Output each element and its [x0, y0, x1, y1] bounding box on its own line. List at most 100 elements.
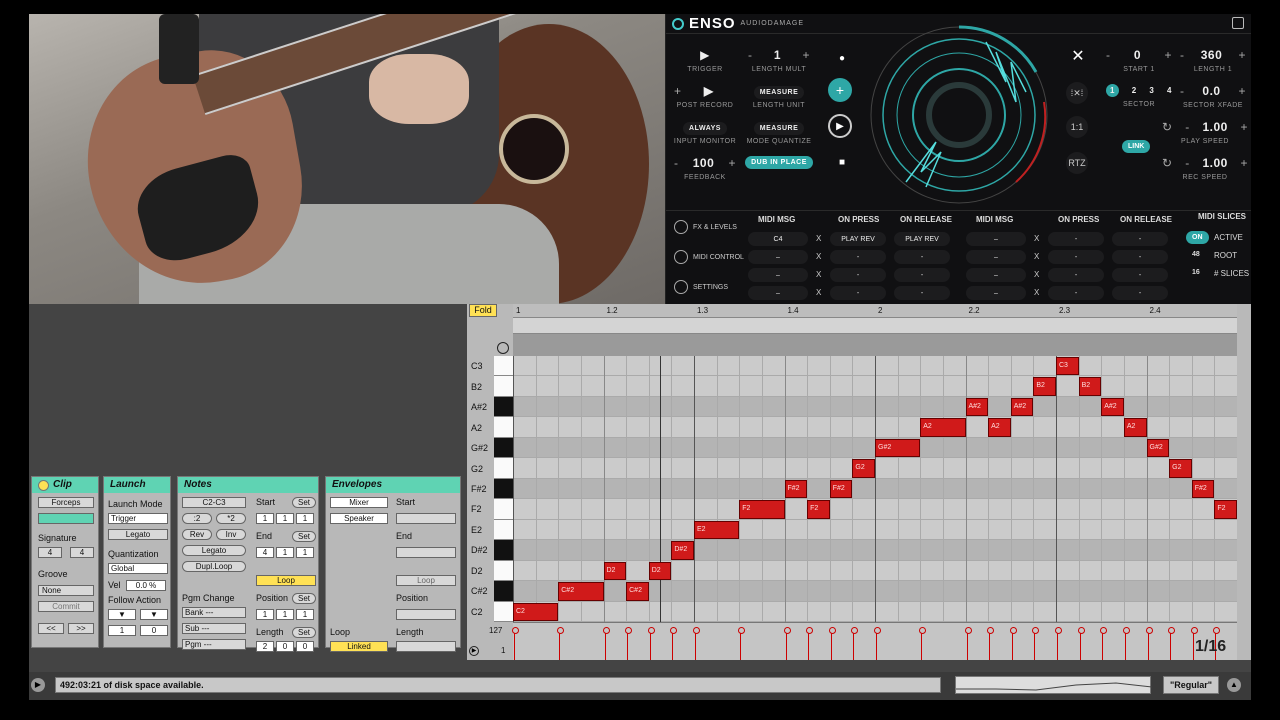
clip-name-field[interactable]: Forceps: [38, 497, 94, 508]
loop-button[interactable]: Loop: [256, 575, 316, 586]
piano-key-body[interactable]: [494, 540, 513, 561]
midi-note[interactable]: A#2: [965, 397, 989, 417]
on-release-cell[interactable]: -: [1112, 286, 1168, 300]
linked-button[interactable]: Linked: [330, 641, 388, 652]
on-press-cell[interactable]: -: [1048, 268, 1104, 282]
clear-row-icon[interactable]: X: [1034, 234, 1039, 243]
piano-key[interactable]: C2: [467, 601, 513, 622]
clear-row-icon[interactable]: X: [816, 270, 821, 279]
clear-row-icon[interactable]: X: [816, 288, 821, 297]
midi-note[interactable]: G2: [852, 459, 875, 478]
velocity-marker[interactable]: [1009, 627, 1017, 660]
start1-plus[interactable]: +: [1164, 48, 1172, 62]
velocity-marker[interactable]: [987, 627, 995, 660]
notes-legato-button[interactable]: Legato: [182, 545, 246, 556]
rec-speed-reset-icon[interactable]: ↻: [1162, 156, 1173, 170]
midi-note[interactable]: A2: [1123, 418, 1147, 437]
sector-2-button[interactable]: 2: [1132, 86, 1137, 95]
piano-key-body[interactable]: [494, 458, 513, 479]
signature-numerator[interactable]: 4: [38, 547, 62, 558]
end-beat[interactable]: 1: [276, 547, 294, 558]
rtz-button[interactable]: RTZ: [1066, 152, 1088, 174]
tab-fx-levels[interactable]: FX & LEVELS: [674, 220, 737, 234]
play-speed-minus[interactable]: -: [1185, 120, 1190, 134]
piano-key[interactable]: E2: [467, 519, 513, 541]
velocity-marker[interactable]: [1077, 627, 1085, 660]
midi-note[interactable]: G#2: [875, 438, 921, 458]
trigger-play-icon[interactable]: ▶: [674, 48, 736, 62]
midi-msg-cell[interactable]: –: [748, 250, 808, 264]
midi-note[interactable]: D2: [648, 561, 672, 581]
feedback-minus[interactable]: -: [674, 156, 679, 170]
piano-key-body[interactable]: [494, 499, 513, 520]
midi-msg-cell[interactable]: –: [966, 250, 1026, 264]
velocity-marker[interactable]: [625, 627, 633, 660]
sector-xfade-value[interactable]: 0.0: [1202, 84, 1220, 98]
groove-select[interactable]: None: [38, 585, 94, 596]
rec-speed-minus[interactable]: -: [1185, 156, 1190, 170]
piano-key-body[interactable]: [494, 581, 513, 602]
midi-note[interactable]: D2: [603, 561, 627, 581]
link-button[interactable]: LINK: [1122, 140, 1151, 153]
piano-key[interactable]: G#2: [467, 437, 513, 459]
timeline-ruler[interactable]: 1 1.2 1.3 1.4 2 2.2 2.3 2.4: [513, 304, 1237, 318]
midi-note[interactable]: A#2: [1010, 397, 1034, 417]
midi-note[interactable]: C3: [1056, 357, 1079, 376]
env-start-field[interactable]: [396, 513, 456, 524]
start-set-button[interactable]: Set: [292, 497, 316, 508]
velocity-marker[interactable]: [1055, 627, 1062, 660]
end-sixteenth[interactable]: 1: [296, 547, 314, 558]
launch-mode-select[interactable]: Trigger: [108, 513, 168, 524]
length-mult-value[interactable]: 1: [774, 48, 781, 62]
velocity-marker[interactable]: [828, 627, 836, 660]
loop-brace[interactable]: [513, 318, 1237, 334]
velocity-marker[interactable]: [602, 627, 610, 660]
on-press-cell[interactable]: -: [1048, 250, 1104, 264]
clear-icon[interactable]: ✕: [1066, 44, 1090, 68]
piano-key[interactable]: A#2: [467, 396, 513, 418]
midi-msg-cell[interactable]: –: [966, 268, 1026, 282]
piano-key-body[interactable]: [494, 519, 513, 541]
scrub-area[interactable]: [513, 334, 1237, 356]
midi-msg-cell[interactable]: C4: [748, 232, 808, 246]
record-dot-icon[interactable]: ●: [830, 46, 854, 70]
piano-key[interactable]: D#2: [467, 540, 513, 561]
on-release-cell[interactable]: -: [1112, 268, 1168, 282]
velocity-marker[interactable]: [806, 627, 814, 660]
fold-button[interactable]: Fold: [469, 304, 497, 317]
velocity-marker[interactable]: [1190, 627, 1198, 660]
clear-row-icon[interactable]: X: [1034, 288, 1039, 297]
velocity-marker[interactable]: [670, 627, 678, 660]
midi-note[interactable]: C#2: [626, 582, 649, 601]
tab-settings[interactable]: SETTINGS: [674, 280, 728, 294]
note-grid[interactable]: C2 C#2 D2 C#2 D2 D#2 E2 F2 F#2 F2 F#2 G2 G#2 A2 A#2 A2 A…: [513, 356, 1237, 622]
length-mult-minus[interactable]: -: [748, 48, 753, 62]
clip-color-select[interactable]: [38, 513, 94, 524]
dub-in-place-button[interactable]: DUB IN PLACE: [745, 156, 813, 169]
midi-note[interactable]: B2: [1033, 377, 1056, 396]
on-press-cell[interactable]: -: [1048, 286, 1104, 300]
sector-xfade-minus[interactable]: -: [1180, 84, 1185, 98]
position-beat[interactable]: 1: [276, 609, 294, 620]
loop-ring-display[interactable]: [866, 22, 1052, 208]
tab-midi-control[interactable]: MIDI CONTROL: [674, 250, 744, 264]
midi-note[interactable]: C2: [513, 602, 559, 621]
velocity-marker[interactable]: [647, 627, 655, 660]
length-set-button[interactable]: Set: [292, 627, 316, 638]
piano-key-body[interactable]: [494, 437, 513, 459]
piano-key-body[interactable]: [494, 478, 513, 500]
midi-note[interactable]: D#2: [671, 541, 694, 560]
midi-note[interactable]: F#2: [829, 479, 853, 499]
piano-key[interactable]: C#2: [467, 581, 513, 602]
env-length-field[interactable]: [396, 641, 456, 652]
on-release-cell[interactable]: -: [1112, 250, 1168, 264]
piano-key[interactable]: F2: [467, 499, 513, 520]
piano-key[interactable]: C3: [467, 356, 513, 377]
double-speed-button[interactable]: *2: [216, 513, 246, 524]
midi-note[interactable]: F#2: [784, 479, 808, 499]
save-icon[interactable]: [1232, 17, 1244, 29]
midi-note[interactable]: F#2: [1191, 479, 1215, 499]
post-record-plus[interactable]: +: [674, 84, 682, 98]
envelope-device-select[interactable]: Mixer: [330, 497, 388, 508]
stop-icon[interactable]: ■: [830, 150, 854, 174]
